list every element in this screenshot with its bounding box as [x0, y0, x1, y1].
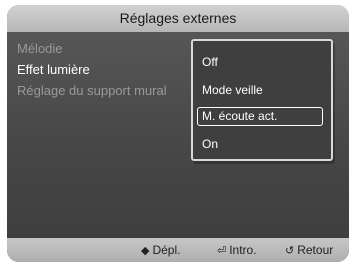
- menu-item-effet-lumiere[interactable]: Effet lumière :: [17, 62, 197, 77]
- option-mode-veille[interactable]: Mode veille: [202, 83, 263, 97]
- menu-item-reglage-support-mural[interactable]: Réglage du support mural: [17, 83, 197, 98]
- option-m-ecoute-act-selected[interactable]: M. écoute act.: [197, 107, 323, 126]
- hint-enter-label: Intro.: [229, 243, 257, 257]
- hint-return: ↺ Retour: [285, 243, 333, 257]
- option-on[interactable]: On: [202, 137, 218, 151]
- option-dropdown: Off Mode veille M. écoute act. On: [191, 39, 333, 161]
- menu-item-label: Effet lumière: [17, 62, 90, 77]
- menu-item-label: Mélodie: [17, 41, 63, 56]
- return-icon: ↺: [285, 245, 295, 257]
- tv-settings-screen: Réglages externes Mélodie : Effet lumièr…: [7, 5, 349, 262]
- menu-item-melodie[interactable]: Mélodie :: [17, 41, 197, 56]
- updown-arrow-icon: ◆: [141, 245, 150, 257]
- hint-enter: ⏎ Intro.: [217, 243, 257, 257]
- hint-move-label: Dépl.: [152, 243, 181, 257]
- window-title: Réglages externes: [7, 5, 349, 32]
- footer-hints: ◆ Dépl. ⏎ Intro. ↺ Retour: [7, 238, 349, 262]
- hint-move: ◆ Dépl.: [141, 243, 180, 257]
- menu-item-label: Réglage du support mural: [17, 83, 167, 98]
- option-off[interactable]: Off: [202, 55, 218, 69]
- hint-return-label: Retour: [297, 243, 334, 257]
- enter-icon: ⏎: [217, 245, 227, 257]
